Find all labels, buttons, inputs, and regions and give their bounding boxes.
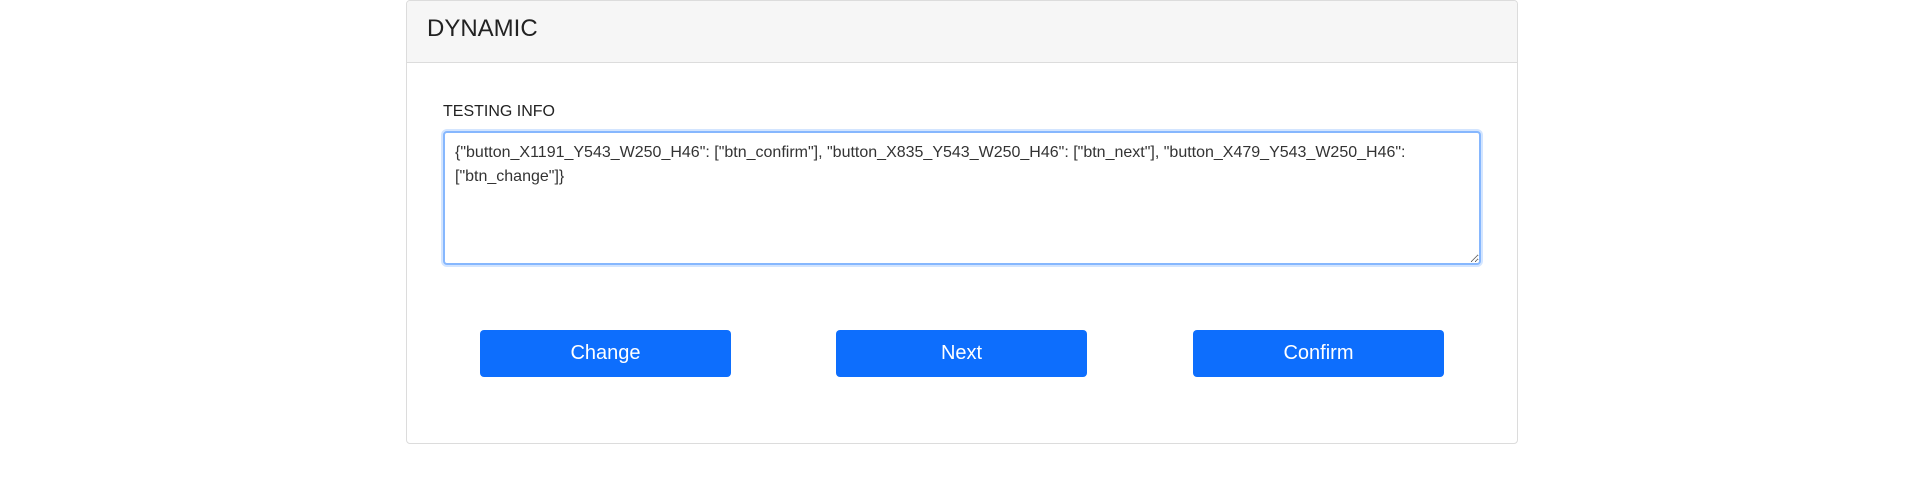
testing-info-textarea[interactable]: {"button_X1191_Y543_W250_H46": ["btn_con… [443,131,1481,265]
testing-info-label: TESTING INFO [443,103,555,120]
dynamic-card: DYNAMIC TESTING INFO {"button_X1191_Y543… [406,0,1518,444]
card-title: DYNAMIC [427,14,538,42]
next-button[interactable]: Next [836,330,1087,377]
change-button[interactable]: Change [480,330,731,377]
confirm-button[interactable]: Confirm [1193,330,1444,377]
card-body: TESTING INFO {"button_X1191_Y543_W250_H4… [407,63,1517,443]
card-header: DYNAMIC [407,1,1517,63]
